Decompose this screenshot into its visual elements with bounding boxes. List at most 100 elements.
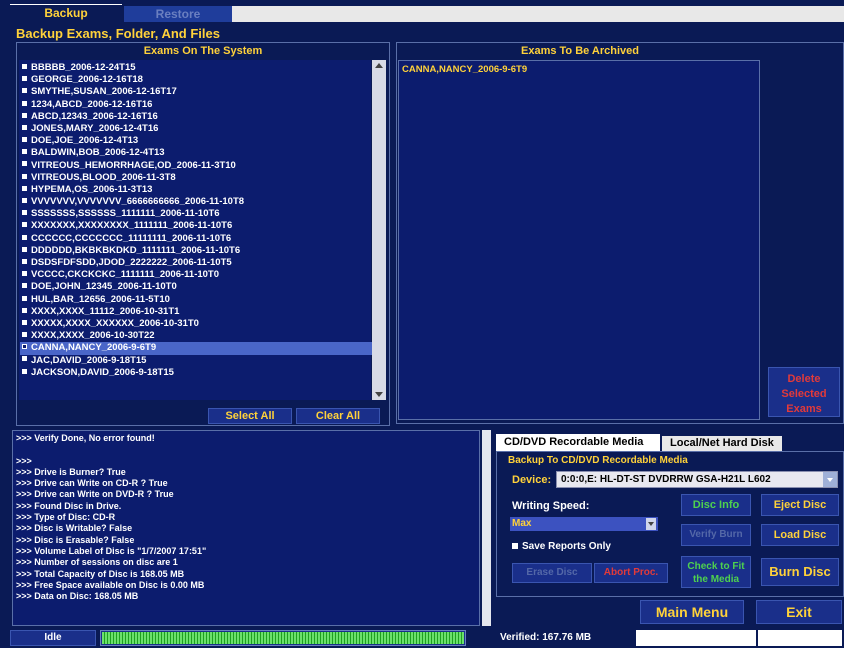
bullet-icon <box>22 137 27 143</box>
bullet-icon <box>22 198 27 204</box>
exam-list-item[interactable]: DOE,JOE_2006-12-4T13 <box>20 135 373 147</box>
exam-list-item[interactable]: JAC,DAVID_2006-9-18T15 <box>20 355 373 367</box>
exam-list-item-label: SMYTHE,SUSAN_2006-12-16T17 <box>31 86 177 98</box>
exam-list-item[interactable]: XXXX,XXXX_11112_2006-10-31T1 <box>20 306 373 318</box>
exam-list-item[interactable]: GEORGE_2006-12-16T18 <box>20 74 373 86</box>
exam-list-item[interactable]: SMYTHE,SUSAN_2006-12-16T17 <box>20 86 373 98</box>
scroll-down-arrow-icon[interactable] <box>375 392 383 397</box>
eject-disc-button[interactable]: Eject Disc <box>761 494 839 516</box>
exam-list-item[interactable]: HUL,BAR_12656_2006-11-5T10 <box>20 294 373 306</box>
exam-list-item-label: XXXX,XXXX_2006-10-30T22 <box>31 330 155 342</box>
log-scrollbar[interactable] <box>482 430 491 626</box>
log-line: >>> Verify Done, No error found! <box>16 433 155 443</box>
log-line: >>> Data on Disc: 168.05 MB <box>16 591 139 602</box>
writing-speed-label: Writing Speed: <box>512 500 590 512</box>
exam-list-item[interactable]: CCCCCC,CCCCCCC_11111111_2006-11-10T6 <box>20 233 373 245</box>
exams-to-archive-header: Exams To Be Archived <box>521 45 639 57</box>
main-menu-button[interactable]: Main Menu <box>640 600 744 624</box>
chevron-down-icon[interactable] <box>646 518 656 530</box>
bullet-icon <box>22 222 27 228</box>
exam-list-item[interactable]: SSSSSSS,SSSSSS_1111111_2006-11-10T6 <box>20 208 373 220</box>
tab-cd-dvd-media[interactable]: CD/DVD Recordable Media <box>496 434 660 451</box>
log-line <box>16 444 476 455</box>
exam-list-item[interactable]: BBBBB_2006-12-24T15 <box>20 62 373 74</box>
exam-list-item[interactable]: XXXX,XXXX_2006-10-30T22 <box>20 330 373 342</box>
exam-list-item-label: DDDDDD,BKBKBKDKD_1111111_2006-11-10T6 <box>31 244 241 256</box>
exams-list-scrollbar[interactable] <box>372 60 386 400</box>
archive-list-box[interactable] <box>398 60 760 420</box>
bullet-icon <box>22 283 27 289</box>
abort-proc-button[interactable]: Abort Proc. <box>594 563 668 583</box>
bullet-icon <box>22 246 27 252</box>
exam-list-item[interactable]: DOE,JOHN_12345_2006-11-10T0 <box>20 281 373 293</box>
exam-list-item[interactable]: 1234,ABCD_2006-12-16T16 <box>20 99 373 111</box>
tab-restore[interactable]: Restore <box>124 6 232 22</box>
exam-list-item-label: VITREOUS_HEMORRHAGE,OD_2006-11-3T10 <box>31 159 236 171</box>
exam-list-item[interactable]: JONES,MARY_2006-12-4T16 <box>20 123 373 135</box>
tab-local-net-hard-disk[interactable]: Local/Net Hard Disk <box>662 436 782 451</box>
exam-list-item[interactable]: BALDWIN,BOB_2006-12-4T13 <box>20 147 373 159</box>
exam-list-item-label: JONES,MARY_2006-12-4T16 <box>31 122 159 134</box>
exit-button[interactable]: Exit <box>756 600 842 624</box>
status-field-2 <box>758 630 842 646</box>
exam-list-item-label: JACKSON,DAVID_2006-9-18T15 <box>31 366 174 378</box>
exam-list-item-label: CANNA,NANCY_2006-9-6T9 <box>31 342 157 354</box>
exam-list-item-label: HUL,BAR_12656_2006-11-5T10 <box>31 293 170 305</box>
clear-all-button[interactable]: Clear All <box>296 408 380 424</box>
writing-speed-select[interactable]: Max <box>510 517 658 531</box>
exam-list-item-label: XXXXXXX,XXXXXXXX_1111111_2006-11-10T6 <box>31 220 233 232</box>
bullet-icon <box>22 234 27 240</box>
bullet-icon <box>22 185 27 191</box>
exam-list-item[interactable]: ABCD,12343_2006-12-16T16 <box>20 111 373 123</box>
exam-list-item[interactable]: XXXXX,XXXX_XXXXXX_2006-10-31T0 <box>20 318 373 330</box>
page-title: Backup Exams, Folder, And Files <box>16 26 220 41</box>
delete-selected-exams-button[interactable]: Delete Selected Exams <box>768 367 840 417</box>
bullet-icon <box>22 112 27 118</box>
save-reports-only-checkbox[interactable]: Save Reports Only <box>512 541 611 552</box>
exam-list-item[interactable]: XXXXXXX,XXXXXXXX_1111111_2006-11-10T6 <box>20 220 373 232</box>
chevron-down-icon[interactable] <box>823 472 837 487</box>
scroll-up-arrow-icon[interactable] <box>375 63 383 68</box>
load-disc-button[interactable]: Load Disc <box>761 524 839 546</box>
exam-list-item[interactable]: CANNA,NANCY_2006-9-6T9 <box>20 342 373 355</box>
exam-list-item-label: DOE,JOE_2006-12-4T13 <box>31 135 139 147</box>
bullet-icon <box>22 100 27 106</box>
disc-info-button[interactable]: Disc Info <box>681 494 751 516</box>
exam-list-item[interactable]: VITREOUS,BLOOD_2006-11-3T8 <box>20 172 373 184</box>
exam-list-item[interactable]: HYPEMA,OS_2006-11-3T13 <box>20 184 373 196</box>
status-state: Idle <box>10 630 96 646</box>
exam-list-item-label: VVVVVVV,VVVVVVV_6666666666_2006-11-10T8 <box>31 196 245 208</box>
top-tab-bar: Backup Restore <box>0 0 844 22</box>
bullet-icon <box>22 173 27 179</box>
tab-backup[interactable]: Backup <box>10 4 122 21</box>
bullet-icon <box>22 124 27 130</box>
exam-list-item-label: JAC,DAVID_2006-9-18T15 <box>31 354 147 366</box>
exam-list-item[interactable]: VITREOUS_HEMORRHAGE,OD_2006-11-3T10 <box>20 160 373 172</box>
exam-list-item[interactable]: DDDDDD,BKBKBKDKD_1111111_2006-11-10T6 <box>20 245 373 257</box>
exam-list-item-label: SSSSSSS,SSSSSS_1111111_2006-11-10T6 <box>31 208 220 220</box>
select-all-button[interactable]: Select All <box>208 408 292 424</box>
exam-list-item-label: XXXX,XXXX_11112_2006-10-31T1 <box>31 305 180 317</box>
log-line: >>> Drive can Write on DVD-R ? True <box>16 489 174 500</box>
checkbox-icon[interactable] <box>512 543 518 549</box>
burn-disc-button[interactable]: Burn Disc <box>761 558 839 586</box>
verify-burn-button[interactable]: Verify Burn <box>681 524 751 546</box>
log-line: >>> Number of sessions on disc are 1 <box>16 557 178 568</box>
progress-bar-fill <box>102 632 464 644</box>
bullet-icon <box>22 332 27 338</box>
archive-list-item[interactable]: CANNA,NANCY_2006-9-6T9 <box>402 64 527 75</box>
exam-list-item-label: 1234,ABCD_2006-12-16T16 <box>31 98 153 110</box>
exam-list-item-label: VITREOUS,BLOOD_2006-11-3T8 <box>31 171 176 183</box>
bullet-icon <box>22 344 27 350</box>
exam-list-item[interactable]: JACKSON,DAVID_2006-9-18T15 <box>20 367 373 379</box>
log-line: >>> Found Disc in Drive. <box>16 500 122 511</box>
exam-list-item[interactable]: DSDSFDFSDD,JDOD_2222222_2006-11-10T5 <box>20 257 373 269</box>
log-line: >>> <box>16 455 32 466</box>
log-line: >>> Disc is Erasable? False <box>16 534 135 545</box>
device-select[interactable]: 0:0:0,E: HL-DT-ST DVDRRW GSA-H21L L602 <box>556 471 838 488</box>
save-reports-only-label: Save Reports Only <box>522 541 611 552</box>
exam-list-item[interactable]: VVVVVVV,VVVVVVV_6666666666_2006-11-10T8 <box>20 196 373 208</box>
erase-disc-button[interactable]: Erase Disc <box>512 563 592 583</box>
check-to-fit-media-button[interactable]: Check to Fit the Media <box>681 556 751 588</box>
exam-list-item[interactable]: VCCCC,CKCKCKC_1111111_2006-11-10T0 <box>20 269 373 281</box>
